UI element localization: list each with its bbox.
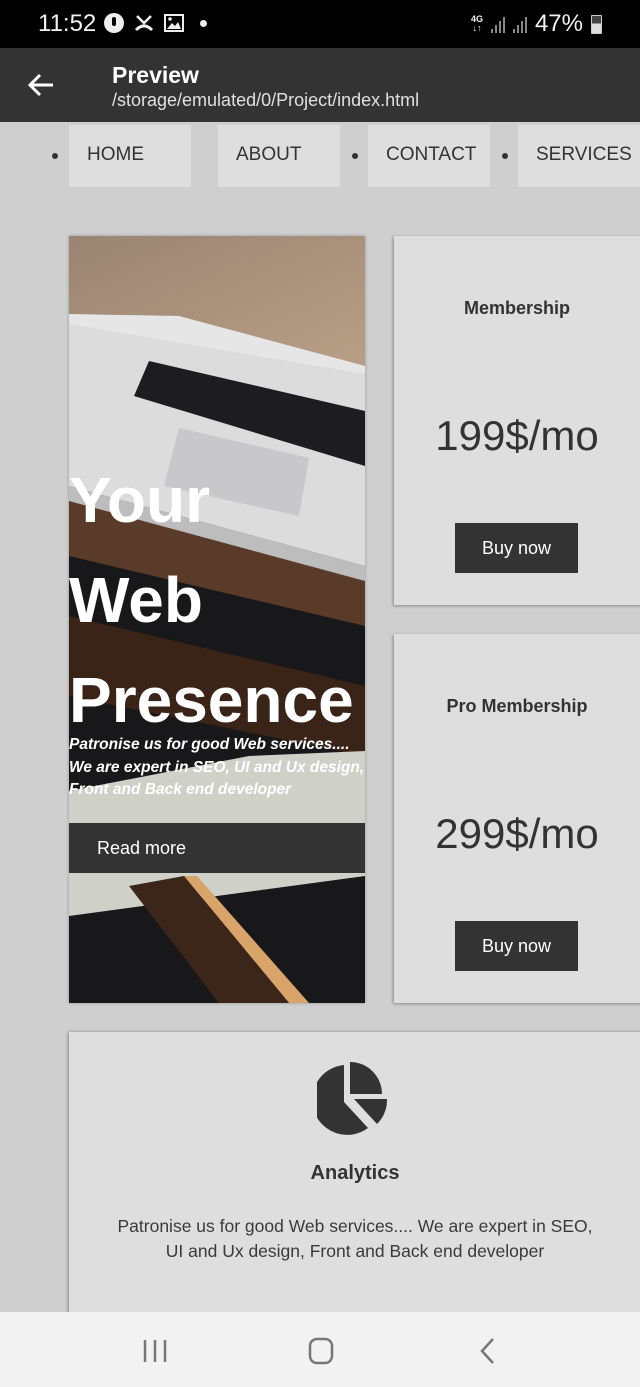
nav-item-contact[interactable]: CONTACT: [368, 125, 490, 187]
back-arrow-icon[interactable]: [26, 70, 56, 100]
hero-title-line: Web: [69, 564, 203, 636]
recents-icon[interactable]: [140, 1337, 170, 1365]
battery-percent: 47%: [534, 10, 583, 37]
nav-bullet: [352, 153, 358, 159]
analytics-title: Analytics: [310, 1162, 400, 1184]
nav-bullet: [52, 153, 58, 159]
hero-card: Your Web Presence Patronise us for good …: [69, 236, 365, 1003]
status-right: 4G ↓↑ 47%: [471, 10, 602, 38]
file-path: /storage/emulated/0/Project/index.html: [112, 90, 420, 110]
app-bar: Preview /storage/emulated/0/Project/inde…: [0, 48, 640, 122]
read-more-button[interactable]: Read more: [69, 823, 365, 873]
music-icon: [104, 13, 124, 33]
gallery-icon: [164, 14, 184, 32]
home-icon[interactable]: [306, 1337, 336, 1365]
site-nav: HOME ABOUT CONTACT SERVICES: [0, 122, 640, 188]
pricing-card-pro-membership: Pro Membership 299$/mo Buy now: [394, 634, 640, 1003]
buy-now-button[interactable]: Buy now: [455, 523, 578, 573]
missed-call-icon: [134, 15, 154, 32]
pricing-price: 299$/mo: [435, 810, 599, 857]
status-bar: 11:52 4G ↓↑ 47%: [0, 0, 640, 48]
pricing-title: Pro Membership: [446, 696, 588, 716]
battery-icon: [591, 14, 602, 34]
pricing-price: 199$/mo: [435, 412, 599, 459]
buy-now-button[interactable]: Buy now: [455, 921, 578, 971]
nav-item-home[interactable]: HOME: [69, 125, 191, 187]
system-nav-bar: [0, 1312, 640, 1387]
pie-chart-icon: [317, 1062, 388, 1135]
signal-icon: [490, 15, 505, 33]
nav-item-about[interactable]: ABOUT: [218, 125, 340, 187]
app-title: Preview: [112, 62, 199, 88]
dot-icon: [200, 19, 207, 27]
signal-icon-2: [512, 15, 527, 33]
notification-icons: [104, 13, 207, 33]
nav-bullet: [502, 153, 508, 159]
nav-item-services[interactable]: SERVICES: [518, 125, 640, 187]
status-time: 11:52: [38, 10, 97, 37]
analytics-description: Patronise us for good Web services.... W…: [117, 1216, 593, 1261]
hero-title-line: Your: [69, 464, 211, 536]
analytics-card: Analytics Patronise us for good Web serv…: [69, 1032, 640, 1322]
hero-description: Patronise us for good Web services.... W…: [69, 736, 365, 798]
pricing-title: Membership: [463, 298, 571, 318]
pricing-card-membership: Membership 199$/mo Buy now: [394, 236, 640, 605]
back-icon[interactable]: [474, 1337, 504, 1365]
network-type: 4G ↓↑: [470, 14, 483, 33]
hero-title: Your Web Presence: [69, 450, 354, 750]
